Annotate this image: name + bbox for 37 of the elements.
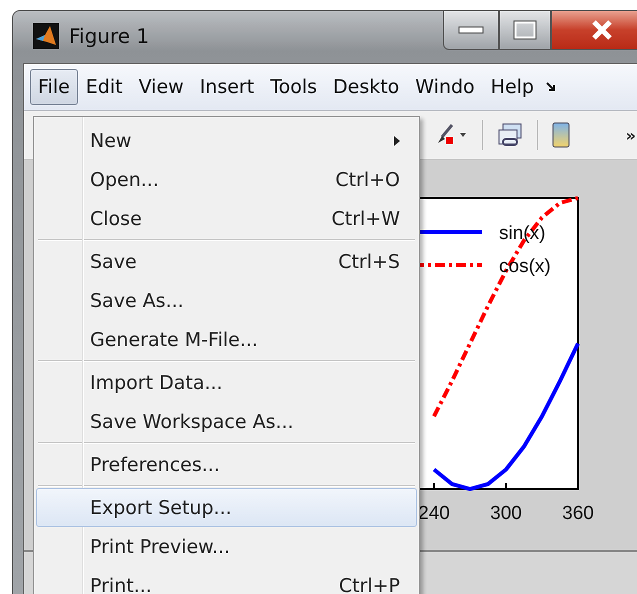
tick-label: 360 <box>562 503 594 524</box>
tick-label: 240 <box>418 503 450 524</box>
overflow-chevron[interactable]: » <box>626 126 636 144</box>
maximize-button[interactable] <box>499 11 551 50</box>
menu-entry[interactable]: Save Ctrl+S <box>36 242 417 281</box>
close-button[interactable] <box>551 11 637 50</box>
menu-entry[interactable]: Open... Ctrl+O <box>36 160 417 199</box>
menu-item[interactable]: Help <box>482 69 542 105</box>
menu-entry[interactable]: Close Ctrl+W <box>36 199 417 238</box>
menu-item[interactable]: Deskto <box>325 69 408 105</box>
menu-entry[interactable]: Save As... <box>36 281 417 320</box>
menu-entry[interactable]: Print... Ctrl+P <box>36 566 417 594</box>
windows-icon[interactable] <box>497 122 523 148</box>
overflow-icon <box>546 82 556 92</box>
minimize-icon <box>458 26 484 34</box>
menu-entry[interactable]: Import Data... <box>36 363 417 402</box>
menu-entry[interactable]: Generate M-File... <box>36 320 417 359</box>
legend-label: cos(x) <box>499 256 551 277</box>
menu-entry[interactable]: New <box>36 121 417 160</box>
menu-entry[interactable]: Save Workspace As... <box>36 402 417 441</box>
legend-label: sin(x) <box>499 223 546 244</box>
close-icon <box>590 19 614 41</box>
menu-item[interactable]: Windo <box>407 69 483 105</box>
window-title: Figure 1 <box>69 24 150 48</box>
app-icon <box>33 23 59 49</box>
maximize-icon <box>513 20 537 40</box>
menu-item[interactable]: File <box>30 69 78 105</box>
colorbar-icon[interactable] <box>552 122 570 148</box>
menu-entry[interactable]: Export Setup... <box>36 488 417 527</box>
menu-entry[interactable]: Print Preview... <box>36 527 417 566</box>
menu-item[interactable]: View <box>130 69 192 105</box>
menu-item[interactable]: Tools <box>262 69 325 105</box>
tick-label: 300 <box>490 503 522 524</box>
minimize-button[interactable] <box>443 11 499 50</box>
menu-entry[interactable]: Preferences... <box>36 445 417 484</box>
menu-item[interactable]: Edit <box>78 69 131 105</box>
menu-item[interactable]: Insert <box>192 69 262 105</box>
